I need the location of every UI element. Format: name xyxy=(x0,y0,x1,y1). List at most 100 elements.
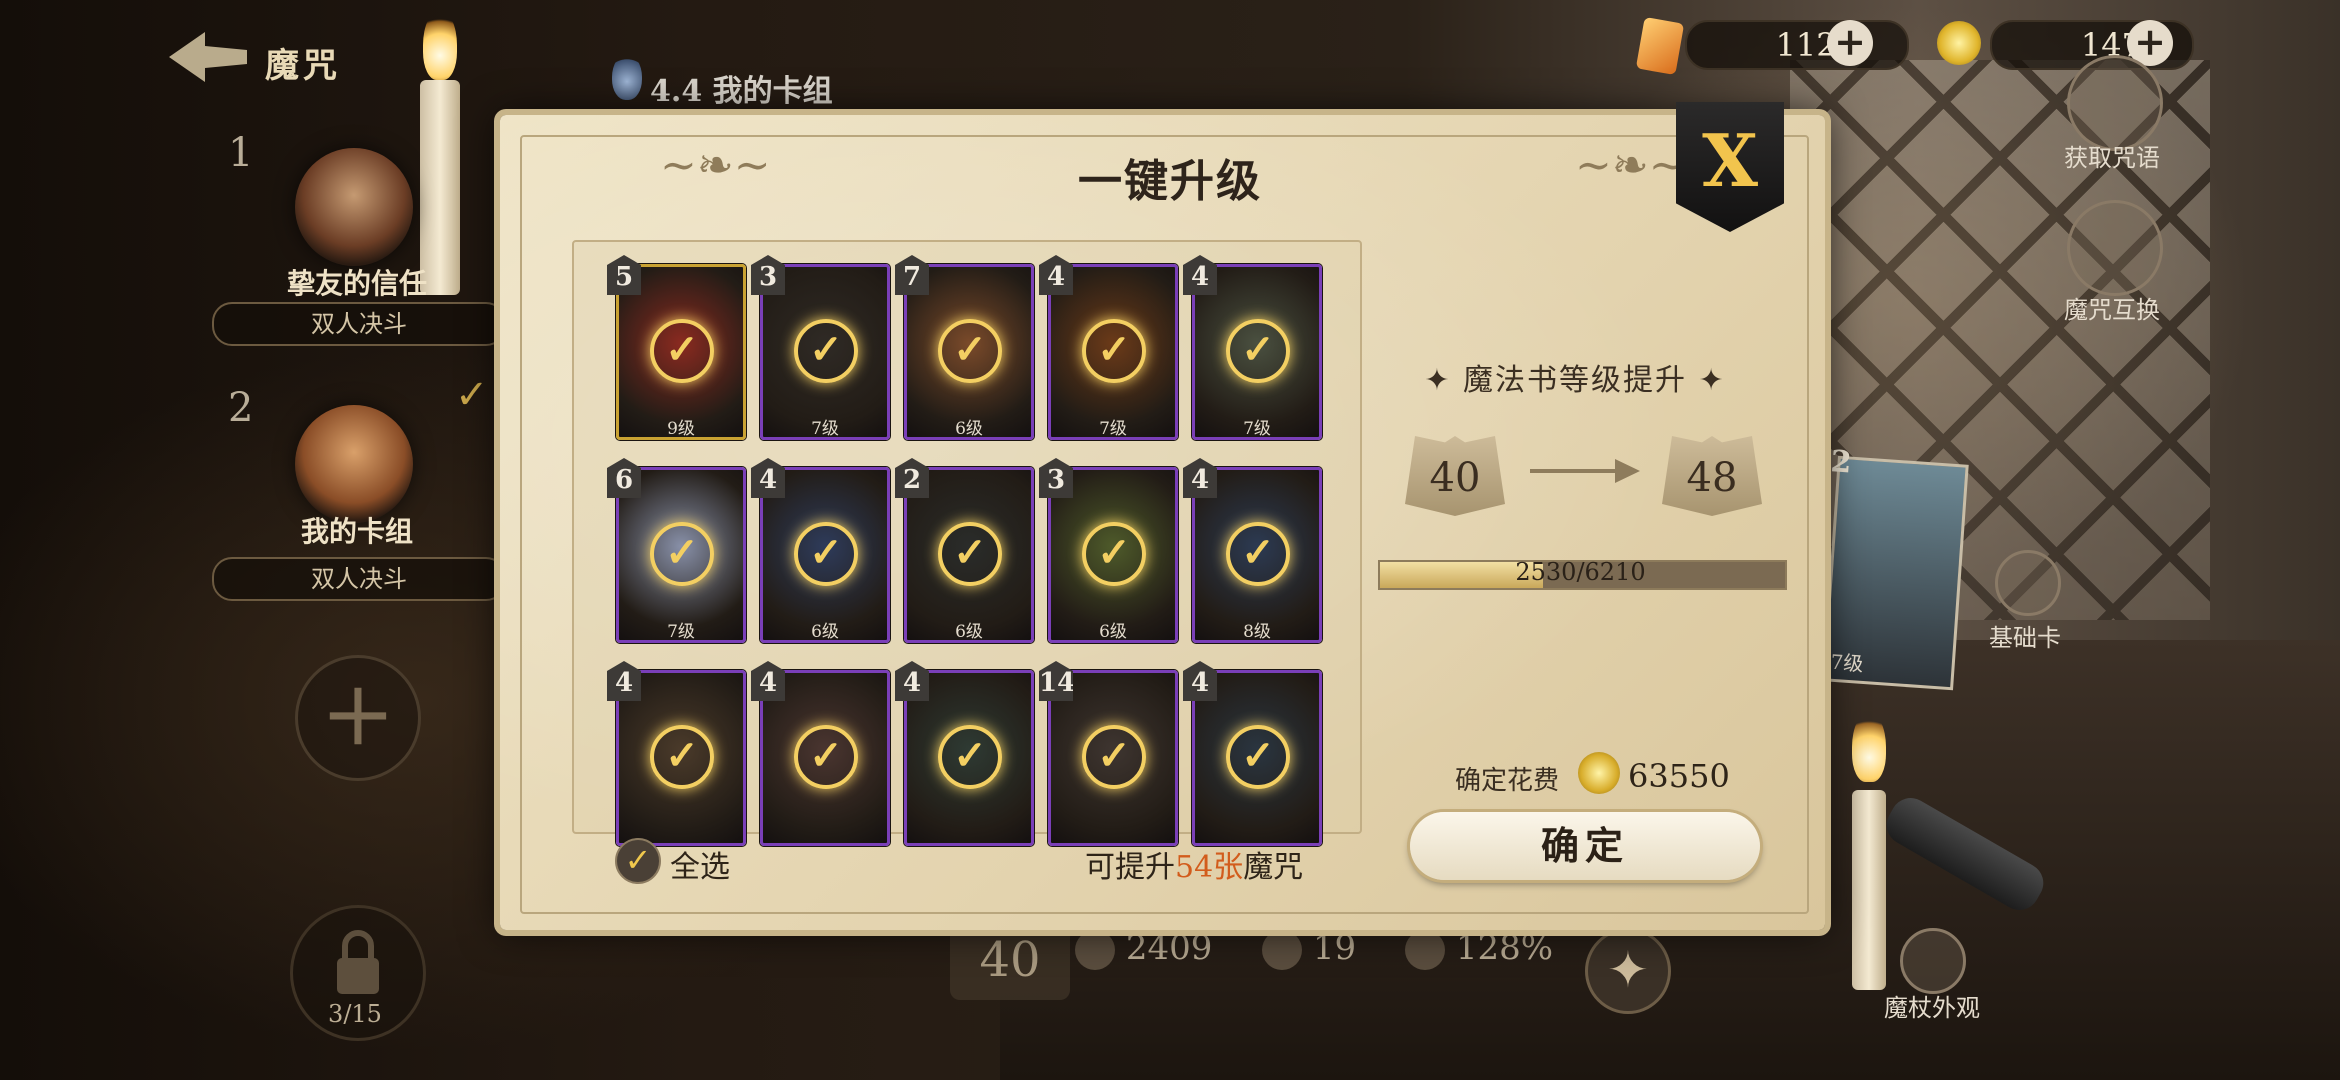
deck-index: 2 xyxy=(228,385,254,431)
card-check-icon[interactable]: ✓ xyxy=(1226,319,1290,383)
add-deck-button[interactable]: + xyxy=(295,655,421,781)
card-level: 7级 xyxy=(811,419,839,439)
spell-card[interactable]: 4 ✓ 7级 xyxy=(1039,255,1178,440)
bottom-stat-2: 19 xyxy=(1262,928,1356,970)
card-level: 7级 xyxy=(1099,419,1127,439)
wand-skin-icon[interactable] xyxy=(1900,928,1966,994)
confirm-button[interactable]: 确定 xyxy=(1410,812,1760,880)
spell-card[interactable]: 4 ✓ xyxy=(1183,661,1322,846)
background-card-badge: 2 xyxy=(1829,444,1853,481)
spell-exchange-label[interactable]: 魔咒互换 xyxy=(2032,290,2192,325)
title-flourish-left: ~❧~ xyxy=(660,140,771,191)
background-card-level: 7级 xyxy=(1829,649,1865,676)
selected-check-icon: ✓ xyxy=(455,372,489,418)
back-arrow-icon[interactable] xyxy=(165,28,251,86)
card-check-icon[interactable]: ✓ xyxy=(1082,522,1146,586)
spell-card[interactable]: 7 ✓ 6级 xyxy=(895,255,1034,440)
level-arrow-icon xyxy=(1530,459,1640,483)
bottom-book-level: 40 xyxy=(950,920,1070,1000)
spell-card[interactable]: 4 ✓ xyxy=(895,661,1034,846)
spell-card[interactable]: 5 ✓ 9级 xyxy=(607,255,746,440)
add-gems-button[interactable]: + xyxy=(1827,20,1873,66)
deck-flame-icon xyxy=(612,54,642,100)
deck-mode-selector[interactable]: 双人决斗 xyxy=(212,557,506,601)
bottom-stat-3: 128% xyxy=(1405,928,1553,970)
power-value: 2409 xyxy=(1125,928,1213,968)
card-check-icon[interactable]: ✓ xyxy=(1082,725,1146,789)
progress-text: 2530/6210 xyxy=(1515,558,1646,586)
upgradable-suffix: 魔咒 xyxy=(1243,850,1304,885)
deck-name[interactable]: 挚友的信任 xyxy=(232,262,482,302)
stat-3-value: 128% xyxy=(1455,928,1554,968)
card-level: 6级 xyxy=(955,622,983,642)
dialog-title: 一键升级 xyxy=(1078,156,1262,207)
book-level-to: 48 xyxy=(1662,436,1762,516)
select-all-label[interactable]: 全选 xyxy=(670,842,730,886)
card-level: 9级 xyxy=(667,419,695,439)
title-flourish-right: ~❧~ xyxy=(1575,140,1686,191)
deck-portrait[interactable] xyxy=(295,148,413,266)
card-level: 7级 xyxy=(667,622,695,642)
deck-portrait[interactable] xyxy=(295,405,413,523)
card-check-icon[interactable]: ✓ xyxy=(650,725,714,789)
gem-count: 1127 xyxy=(1685,20,1909,70)
upgradable-prefix: 可提升 xyxy=(1085,850,1175,885)
page-title: 魔咒 xyxy=(265,46,341,86)
get-spells-icon[interactable] xyxy=(2067,55,2163,151)
cost-value: 63550 xyxy=(1628,757,1730,795)
spell-card[interactable]: 2 ✓ 6级 xyxy=(895,458,1034,643)
coin-icon xyxy=(1937,21,1981,65)
deck-name[interactable]: 我的卡组 xyxy=(232,510,482,550)
card-check-icon[interactable]: ✓ xyxy=(794,319,858,383)
spell-card[interactable]: 4 ✓ 6级 xyxy=(751,458,890,643)
spell-card[interactable]: 4 ✓ xyxy=(607,661,746,846)
wand-skin-label[interactable]: 魔杖外观 xyxy=(1852,988,2012,1023)
compass-star-button[interactable]: ✦ xyxy=(1585,928,1671,1014)
background-card: 2 7级 xyxy=(1822,444,1969,691)
spell-card[interactable]: 4 ✓ 8级 xyxy=(1183,458,1322,643)
card-check-icon[interactable]: ✓ xyxy=(650,319,714,383)
basic-card-label[interactable]: 基础卡 xyxy=(1945,618,2105,653)
card-check-icon[interactable]: ✓ xyxy=(938,522,1002,586)
gem-icon xyxy=(1635,16,1685,76)
basic-card-icon[interactable] xyxy=(1995,550,2061,616)
card-check-icon[interactable]: ✓ xyxy=(938,319,1002,383)
card-check-icon[interactable]: ✓ xyxy=(1082,319,1146,383)
stat-2-value: 19 xyxy=(1312,928,1357,968)
deck-mode-selector[interactable]: 双人决斗 xyxy=(212,302,506,346)
card-check-icon[interactable]: ✓ xyxy=(1226,725,1290,789)
spell-card[interactable]: 3 ✓ 7级 xyxy=(751,255,890,440)
speed-icon xyxy=(1262,930,1302,970)
heart-icon xyxy=(1075,930,1115,970)
deck-index: 1 xyxy=(228,130,254,176)
book-upgrade-title: ✦ 魔法书等级提升 ✦ xyxy=(1424,363,1726,398)
deck-slot-count: 3/15 xyxy=(328,1000,382,1028)
spell-card[interactable]: 4 ✓ xyxy=(751,661,890,846)
spell-card[interactable]: 4 ✓ 7级 xyxy=(1183,255,1322,440)
book-upgrade-title-text: 魔法书等级提升 xyxy=(1463,363,1687,398)
select-all-checkbox[interactable]: ✓ xyxy=(615,838,661,884)
spell-exchange-icon[interactable] xyxy=(2067,200,2163,296)
card-check-icon[interactable]: ✓ xyxy=(1226,522,1290,586)
cost-label: 确定花费 xyxy=(1455,766,1560,796)
upgradable-count: 54张 xyxy=(1175,850,1244,885)
card-level: 6级 xyxy=(955,419,983,439)
card-level: 7级 xyxy=(1243,419,1271,439)
card-check-icon[interactable]: ✓ xyxy=(650,522,714,586)
coin-icon xyxy=(1578,752,1620,794)
candle-flame xyxy=(1852,712,1886,782)
current-deck-title: 4.4 我的卡组 xyxy=(650,74,833,109)
candle xyxy=(1852,790,1886,990)
card-level: 6级 xyxy=(1099,622,1127,642)
card-check-icon[interactable]: ✓ xyxy=(794,522,858,586)
card-check-icon[interactable]: ✓ xyxy=(794,725,858,789)
spell-card[interactable]: 3 ✓ 6级 xyxy=(1039,458,1178,643)
card-level: 6级 xyxy=(811,622,839,642)
spell-card[interactable]: 14 ✓ xyxy=(1039,661,1178,846)
spell-card[interactable]: 6 ✓ 7级 xyxy=(607,458,746,643)
get-spells-label[interactable]: 获取咒语 xyxy=(2032,138,2192,173)
book-level-from: 40 xyxy=(1405,436,1505,516)
card-check-icon[interactable]: ✓ xyxy=(938,725,1002,789)
close-icon[interactable]: X xyxy=(1676,118,1784,203)
arrow-up-icon xyxy=(1405,930,1445,970)
